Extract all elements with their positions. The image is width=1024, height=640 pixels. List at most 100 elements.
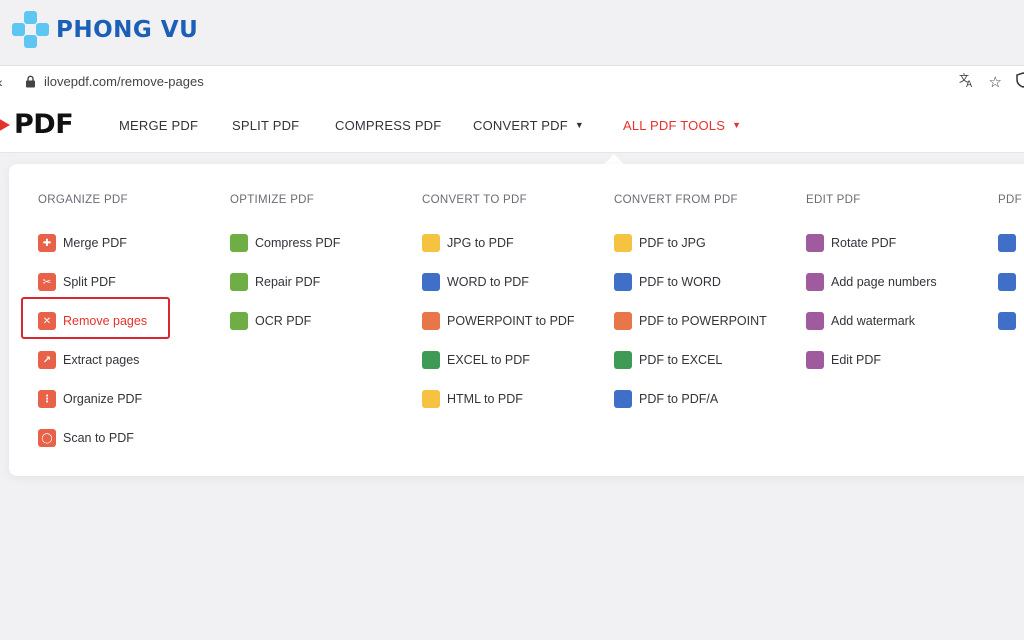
tool-icon: ◯ xyxy=(38,429,56,447)
menu-tool-item[interactable]: PDF to WORD xyxy=(614,273,721,291)
svg-text:A: A xyxy=(966,80,973,88)
menu-column-title: CONVERT FROM PDF xyxy=(614,194,738,206)
tool-label: JPG to PDF xyxy=(447,236,514,250)
browser-actions: 文A ☆ xyxy=(959,66,1024,98)
site-logo[interactable]: PDF xyxy=(0,109,74,140)
tool-label: HTML to PDF xyxy=(447,392,523,406)
translate-icon[interactable]: 文A xyxy=(959,72,975,92)
tool-icon xyxy=(614,234,632,252)
tool-label: Add watermark xyxy=(831,314,916,328)
menu-tool-item[interactable]: Repair PDF xyxy=(230,273,320,291)
tool-label: Repair PDF xyxy=(255,275,321,289)
tool-icon xyxy=(614,351,632,369)
tool-icon: ↗ xyxy=(38,351,56,369)
star-icon[interactable]: ☆ xyxy=(989,73,1002,91)
tool-icon xyxy=(998,234,1016,252)
menu-column: ORGANIZE PDF ✚ Merge PDF ✂ Split PDF ✕ Remove … xyxy=(38,194,147,447)
menu-column: PDF S xyxy=(998,194,1024,330)
menu-tool-item[interactable]: HTML to PDF xyxy=(422,390,523,408)
tool-icon: ⋮ xyxy=(38,390,56,408)
tool-icon xyxy=(230,273,248,291)
menu-tool-item[interactable]: ✂ Split PDF xyxy=(38,273,116,291)
menu-tool-item[interactable]: Rotate PDF xyxy=(806,234,896,252)
tool-icon xyxy=(230,234,248,252)
tool-icon xyxy=(422,312,440,330)
menu-tool-item[interactable]: PDF to EXCEL xyxy=(614,351,722,369)
tool-icon: ✂ xyxy=(38,273,56,291)
menu-column: CONVERT FROM PDF PDF to JPG PDF to WORD PDF… xyxy=(614,194,767,408)
menu-column-title: EDIT PDF xyxy=(806,194,861,206)
tool-label: Organize PDF xyxy=(63,392,143,406)
menu-tool-item[interactable]: WORD to PDF xyxy=(422,273,529,291)
menu-tool-item[interactable]: Add watermark xyxy=(806,312,915,330)
menu-tool-item[interactable]: ↗ Extract pages xyxy=(38,351,139,369)
tool-icon xyxy=(998,312,1016,330)
caret-down-icon: ▼ xyxy=(732,120,742,130)
tool-icon xyxy=(230,312,248,330)
tool-icon xyxy=(806,234,824,252)
tool-icon xyxy=(806,351,824,369)
back-icon[interactable]: ‹ xyxy=(0,74,10,90)
menu-tool-item[interactable]: JPG to PDF xyxy=(422,234,514,252)
menu-tool-item[interactable]: POWERPOINT to PDF xyxy=(422,312,575,330)
menu-tool-item[interactable]: ✚ Merge PDF xyxy=(38,234,127,252)
menu-tool-item[interactable]: OCR PDF xyxy=(230,312,311,330)
menu-tool-item[interactable]: PDF to POWERPOINT xyxy=(614,312,767,330)
shield-icon[interactable] xyxy=(1016,72,1024,92)
tool-label: PDF to PDF/A xyxy=(639,392,719,406)
menu-column: OPTIMIZE PDF Compress PDF Repair PDF OCR PD… xyxy=(230,194,340,330)
menu-column-title: CONVERT TO PDF xyxy=(422,194,527,206)
tool-icon xyxy=(422,234,440,252)
menu-column-title: OPTIMIZE PDF xyxy=(230,194,315,206)
tool-label: Merge PDF xyxy=(63,236,127,250)
menu-column-title: ORGANIZE PDF xyxy=(38,194,128,206)
tool-label: Extract pages xyxy=(63,353,140,367)
tool-icon xyxy=(614,390,632,408)
nav-label: CONVERT PDF xyxy=(473,117,568,133)
menu-tool-item[interactable]: ✕ Remove pages xyxy=(38,312,147,330)
nav-all-pdf-tools[interactable]: ALL PDF TOOLS ▼ xyxy=(623,97,741,153)
tool-label: PDF to WORD xyxy=(639,275,721,289)
tool-icon: ✕ xyxy=(38,312,56,330)
menu-tool-item[interactable] xyxy=(998,312,1023,330)
tool-icon xyxy=(998,273,1016,291)
brand-logo-icon xyxy=(12,11,50,49)
menu-tool-item[interactable] xyxy=(998,234,1023,252)
menu-tool-item[interactable]: PDF to PDF/A xyxy=(614,390,718,408)
tool-label: EXCEL to PDF xyxy=(447,353,530,367)
tool-label: OCR PDF xyxy=(255,314,312,328)
tool-icon xyxy=(806,273,824,291)
tool-label: WORD to PDF xyxy=(447,275,529,289)
nav-convert-pdf[interactable]: CONVERT PDF ▼ xyxy=(473,97,584,153)
menu-tool-item[interactable]: ◯ Scan to PDF xyxy=(38,429,134,447)
nav-compress-pdf[interactable]: COMPRESS PDF xyxy=(335,97,441,153)
tool-label: PDF to JPG xyxy=(639,236,706,250)
tool-label: Remove pages xyxy=(63,314,148,328)
menu-column-title: PDF S xyxy=(998,194,1024,206)
menu-tool-item[interactable]: Edit PDF xyxy=(806,351,881,369)
lock-icon[interactable] xyxy=(24,75,36,89)
menu-tool-item[interactable]: Add page numbers xyxy=(806,273,937,291)
nav-merge-pdf[interactable]: MERGE PDF xyxy=(119,97,198,153)
menu-tool-item[interactable] xyxy=(998,273,1023,291)
nav-label: MERGE PDF xyxy=(119,117,199,133)
caret-down-icon: ▼ xyxy=(574,120,585,130)
tool-label: PDF to POWERPOINT xyxy=(639,314,767,328)
nav-split-pdf[interactable]: SPLIT PDF xyxy=(232,97,299,153)
tool-icon: ✚ xyxy=(38,234,56,252)
nav-label: SPLIT PDF xyxy=(232,117,300,133)
menu-tool-item[interactable]: Compress PDF xyxy=(230,234,340,252)
menu-tool-item[interactable]: EXCEL to PDF xyxy=(422,351,530,369)
tool-label: Add page numbers xyxy=(831,275,937,289)
tool-label: PDF to EXCEL xyxy=(639,353,723,367)
tool-label: Scan to PDF xyxy=(63,431,134,445)
menu-column: EDIT PDF Rotate PDF Add page numbers Add wa… xyxy=(806,194,937,369)
menu-tool-item[interactable]: ⋮ Organize PDF xyxy=(38,390,142,408)
tool-icon xyxy=(422,390,440,408)
tool-label: POWERPOINT to PDF xyxy=(447,314,575,328)
site-logo-text: PDF xyxy=(14,109,74,140)
url-field[interactable]: ilovepdf.com/remove-pages xyxy=(44,74,204,89)
brand-name: PHONG VU xyxy=(56,17,199,43)
tool-icon xyxy=(806,312,824,330)
menu-tool-item[interactable]: PDF to JPG xyxy=(614,234,706,252)
